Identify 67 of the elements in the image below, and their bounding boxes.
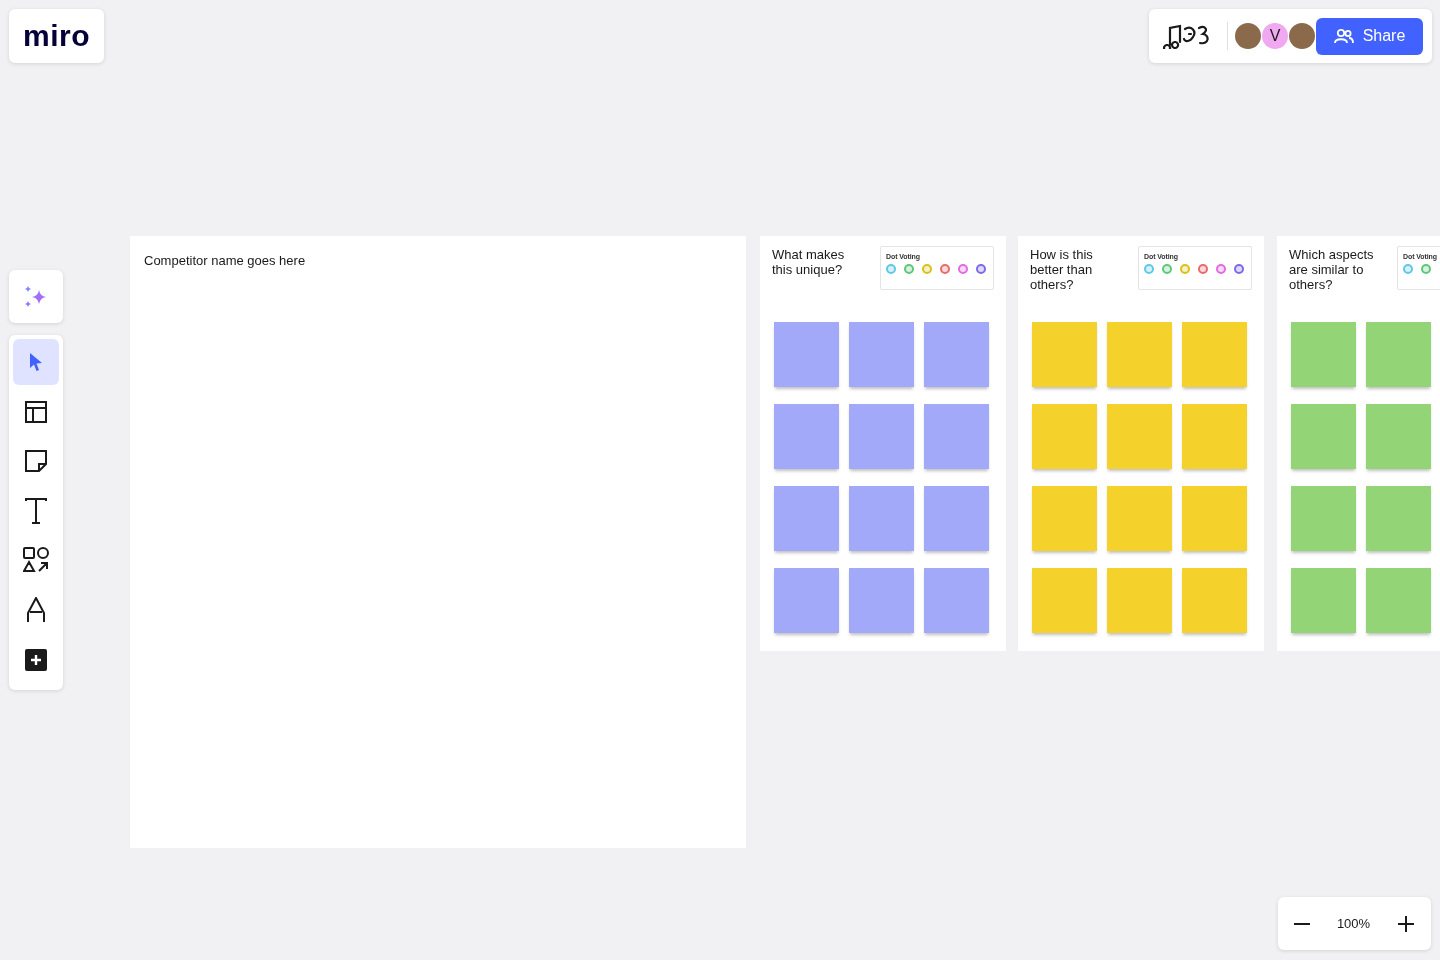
sticky-note[interactable]: [1366, 568, 1431, 633]
sticky-note[interactable]: [924, 404, 989, 469]
voting-dot[interactable]: [922, 264, 932, 274]
shapes-icon: [23, 547, 49, 574]
sticky-note[interactable]: [1182, 486, 1247, 551]
avatar-photo-placeholder[interactable]: [1235, 23, 1261, 49]
voting-dot[interactable]: [1198, 264, 1208, 274]
sticky-note[interactable]: [849, 322, 914, 387]
share-button[interactable]: Share: [1316, 17, 1423, 55]
sticky-note[interactable]: [1291, 404, 1356, 469]
sticky-note[interactable]: [849, 486, 914, 551]
voting-dot[interactable]: [940, 264, 950, 274]
voting-dot[interactable]: [886, 264, 896, 274]
voting-dot[interactable]: [1180, 264, 1190, 274]
sticky-note[interactable]: [1107, 568, 1172, 633]
sticky-note[interactable]: [1291, 322, 1356, 387]
minus-icon: [1294, 922, 1310, 925]
sticky-note[interactable]: [1182, 404, 1247, 469]
avatar[interactable]: V: [1262, 23, 1288, 49]
people-icon: [1333, 28, 1354, 44]
sticky-note[interactable]: [774, 404, 839, 469]
ai-assistant-button[interactable]: [9, 270, 63, 323]
sticky-note[interactable]: [1291, 486, 1356, 551]
sticky-note[interactable]: [849, 404, 914, 469]
question-text: What makes this unique?: [772, 247, 846, 279]
select-cursor-icon: [28, 352, 44, 372]
sticky-note[interactable]: [924, 486, 989, 551]
voting-dot[interactable]: [1162, 264, 1172, 274]
sticky-note[interactable]: [774, 322, 839, 387]
sticky-note[interactable]: [1107, 486, 1172, 551]
question-text: How is this better than others?: [1030, 247, 1094, 294]
sticky-note[interactable]: [774, 568, 839, 633]
sticky-note[interactable]: [1032, 322, 1097, 387]
sticky-note[interactable]: [924, 568, 989, 633]
question-text: Which aspects are similar to others?: [1289, 247, 1375, 294]
pen-icon: [26, 596, 46, 623]
frame-title: Competitor name goes here: [144, 253, 306, 268]
sticky-note[interactable]: [1107, 404, 1172, 469]
plus-icon: [1397, 914, 1415, 933]
sticky-note[interactable]: [924, 322, 989, 387]
voting-dot[interactable]: [1421, 264, 1431, 274]
templates-icon: [24, 399, 48, 424]
sticky-note[interactable]: [1366, 404, 1431, 469]
voting-dot[interactable]: [1216, 264, 1226, 274]
sticky-note[interactable]: [1366, 486, 1431, 551]
sticky-note[interactable]: [1032, 568, 1097, 633]
sticky-note[interactable]: [1182, 322, 1247, 387]
voting-dot[interactable]: [958, 264, 968, 274]
voting-dot[interactable]: [1144, 264, 1154, 274]
sticky-note[interactable]: [1182, 568, 1247, 633]
voting-dot[interactable]: [976, 264, 986, 274]
voting-dot[interactable]: [904, 264, 914, 274]
sticky-note-icon: [24, 449, 48, 474]
sticky-note[interactable]: [1291, 568, 1356, 633]
sticky-note[interactable]: [1107, 322, 1172, 387]
sticky-note[interactable]: [774, 486, 839, 551]
miro-logo[interactable]: miro: [23, 19, 90, 53]
add-icon: [25, 648, 47, 671]
avatar-photo-placeholder[interactable]: [1289, 23, 1315, 49]
zoom-level[interactable]: 100%: [1336, 916, 1371, 931]
sticky-note[interactable]: [1032, 486, 1097, 551]
sticky-note[interactable]: [1032, 404, 1097, 469]
sticky-note[interactable]: [1366, 322, 1431, 387]
voting-dot[interactable]: [1234, 264, 1244, 274]
sticky-note[interactable]: [849, 568, 914, 633]
voting-dot[interactable]: [1403, 264, 1413, 274]
text-icon: [24, 497, 48, 524]
